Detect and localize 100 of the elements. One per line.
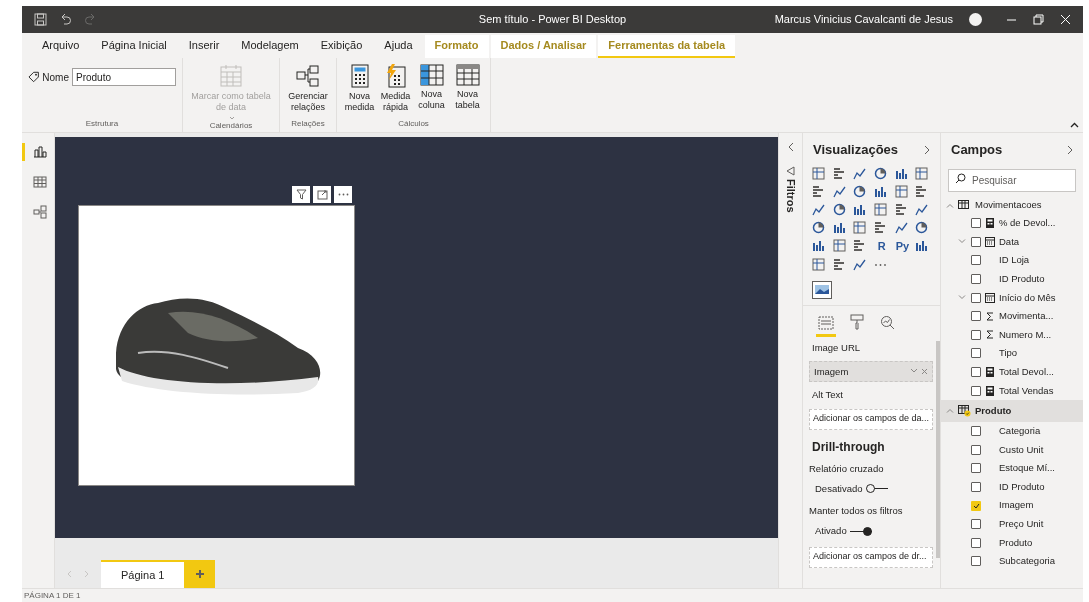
avatar[interactable] (969, 13, 982, 26)
visual-type-icon[interactable] (874, 185, 887, 198)
checkbox[interactable] (971, 236, 981, 247)
field-row[interactable]: Subcategoria (941, 552, 1083, 571)
filter-button[interactable] (292, 186, 310, 203)
checkbox[interactable] (971, 348, 981, 359)
table-row[interactable]: Movimentacoes (941, 197, 1083, 214)
visual-type-label[interactable]: Py (894, 239, 911, 253)
visual-type-icon[interactable] (832, 239, 846, 252)
ribbon-tab[interactable]: Modelagem (231, 35, 309, 58)
visual-type-label[interactable]: R (874, 239, 890, 253)
visual-type-icon[interactable] (832, 167, 846, 180)
visual-type-icon[interactable] (894, 221, 908, 234)
close-icon[interactable] (1060, 14, 1071, 25)
ribbon-tab[interactable]: Página Inicial (91, 35, 177, 58)
undo-icon[interactable] (59, 13, 72, 26)
visual-type-icon[interactable] (812, 167, 825, 180)
field-well[interactable]: Adicionar os campos de dr... (809, 546, 934, 568)
visual-type-icon[interactable] (915, 167, 929, 180)
visual-type-icon[interactable] (874, 203, 887, 216)
visual-type-icon[interactable] (853, 258, 867, 271)
checkbox[interactable] (971, 463, 981, 474)
field-row[interactable]: ID Loja (941, 251, 1083, 270)
checkbox[interactable] (971, 482, 981, 492)
field-well[interactable]: Adicionar os campos de da... (809, 408, 934, 430)
ribbon-button[interactable]: Nova coluna (415, 64, 448, 111)
field-row[interactable]: Produto (941, 533, 1083, 553)
checkbox[interactable] (971, 311, 981, 322)
checkbox[interactable] (971, 500, 981, 511)
field-row[interactable]: Categoria (941, 421, 1083, 441)
expand-right-icon[interactable] (924, 145, 930, 155)
table-row[interactable]: Produto (941, 399, 1083, 422)
field-well[interactable]: Imagem (809, 361, 934, 383)
add-page-button[interactable] (184, 560, 216, 588)
page-tab[interactable]: Página 1 (101, 560, 185, 588)
ribbon-tab[interactable]: Arquivo (32, 35, 90, 58)
field-row[interactable]: ID Produto (941, 477, 1083, 497)
visual-type-icon[interactable] (812, 221, 825, 234)
checkbox[interactable] (971, 519, 981, 530)
checkbox[interactable] (971, 255, 981, 266)
visual-type-icon[interactable] (894, 167, 908, 180)
collapse-left-icon[interactable] (787, 142, 794, 152)
visual-type-icon[interactable] (832, 258, 846, 271)
ribbon-button[interactable]: Gerenciar relações (286, 64, 330, 113)
visual-type-icon[interactable] (915, 239, 929, 252)
checkbox[interactable] (971, 367, 981, 378)
visual-type-icon[interactable] (874, 167, 887, 180)
field-row[interactable]: Numero M... (941, 325, 1083, 345)
expand-right-icon[interactable] (1067, 145, 1073, 155)
visual-type-icon[interactable] (853, 239, 867, 252)
name-field[interactable]: Produto (72, 68, 176, 86)
visual-type-icon[interactable] (894, 185, 908, 198)
visual-type-icon[interactable] (853, 221, 867, 234)
ribbon-button[interactable]: Medida rápida (379, 64, 412, 113)
focus-mode-button[interactable] (313, 186, 331, 203)
collapse-ribbon-icon[interactable] (1070, 122, 1079, 128)
field-row[interactable]: Estoque Mí... (941, 459, 1083, 478)
save-icon[interactable] (34, 13, 47, 26)
visual-type-icon[interactable] (915, 221, 929, 234)
checkbox[interactable] (971, 426, 981, 437)
field-row[interactable]: ID Produto (941, 269, 1083, 289)
visual-type-icon[interactable] (832, 203, 846, 216)
visual-type-icon[interactable] (832, 221, 846, 234)
scrollbar[interactable] (936, 341, 940, 558)
visual-type-icon[interactable] (853, 167, 867, 180)
image-visual[interactable] (78, 205, 355, 486)
field-row[interactable]: Custo Unit (941, 440, 1083, 460)
field-row[interactable]: Preço Unit (941, 514, 1083, 534)
visual-type-icon[interactable] (874, 221, 887, 234)
field-row[interactable]: Imagem (941, 496, 1083, 515)
visual-type-icon[interactable] (853, 185, 867, 198)
checkbox[interactable] (971, 385, 981, 396)
field-row[interactable]: Início do Mês (941, 288, 1083, 307)
visual-type-icon[interactable] (894, 203, 908, 216)
field-row[interactable]: Tipo (941, 344, 1083, 363)
image-visual-icon[interactable] (812, 281, 832, 299)
visual-type-icon[interactable] (915, 185, 929, 198)
field-row[interactable]: Data (941, 232, 1083, 252)
chevron-close-icon[interactable] (910, 368, 929, 376)
toggle-switch[interactable] (849, 526, 872, 536)
ribbon-button[interactable]: Nova medida (343, 64, 376, 113)
ribbon-tab[interactable]: Inserir (178, 35, 230, 58)
checkbox[interactable] (971, 218, 981, 229)
checkbox[interactable] (971, 537, 981, 548)
checkbox[interactable] (971, 292, 981, 303)
visual-type-icon[interactable] (812, 239, 825, 252)
search-field[interactable]: Pesquisar (948, 169, 1076, 192)
checkbox[interactable] (971, 444, 981, 455)
ribbon-button[interactable]: Nova tabela (451, 64, 484, 111)
visual-type-icon[interactable] (812, 185, 825, 198)
checkbox[interactable] (971, 274, 981, 285)
field-row[interactable]: Movimenta... (941, 306, 1083, 326)
checkbox[interactable] (971, 556, 981, 567)
ribbon-tab[interactable]: Ajuda (374, 35, 423, 58)
restore-icon[interactable] (1033, 14, 1044, 25)
ribbon-tab[interactable]: Exibição (310, 35, 373, 58)
visual-type-icon[interactable] (853, 203, 867, 216)
field-row[interactable]: Total Vendas (941, 381, 1083, 400)
visual-type-icon[interactable] (812, 203, 825, 216)
visual-type-icon[interactable] (812, 258, 825, 271)
